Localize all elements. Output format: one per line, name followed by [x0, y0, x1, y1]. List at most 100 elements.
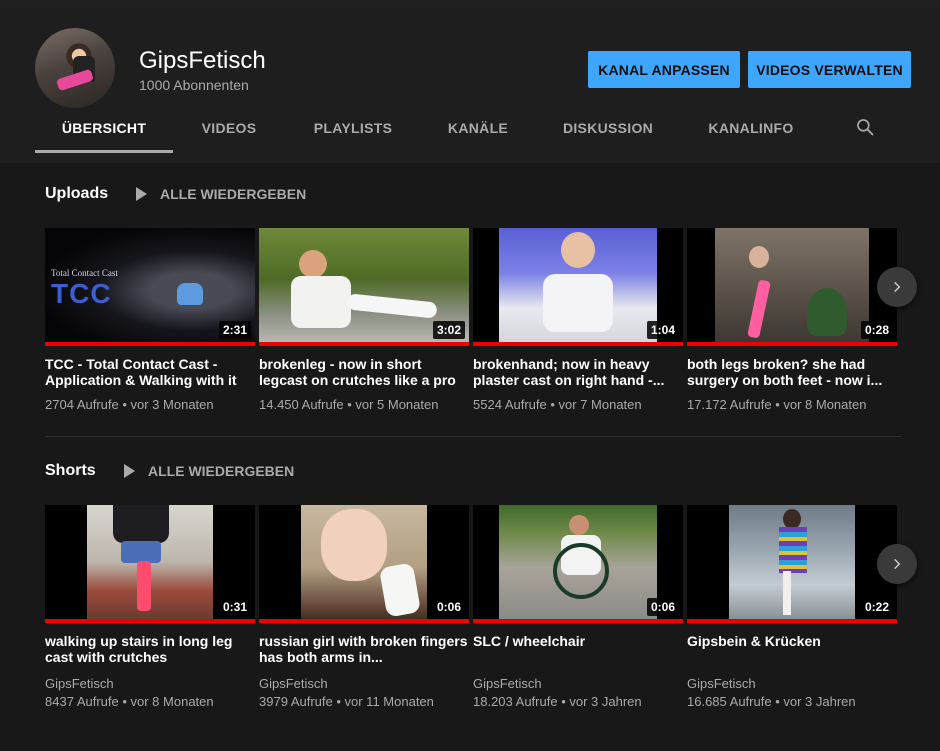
upload-age: vor 7 Monaten — [558, 397, 642, 412]
thumbnail-cast-shape — [177, 283, 203, 305]
video-duration: 0:06 — [646, 598, 679, 616]
play-icon — [124, 464, 135, 478]
video-title[interactable]: walking up stairs in long leg cast with … — [45, 633, 255, 665]
upload-age: vor 3 Monaten — [130, 397, 214, 412]
thumbnail-caption: Total Contact Cast — [51, 268, 118, 278]
thumbnail-figure — [779, 527, 807, 573]
progress-bar — [259, 342, 469, 346]
customize-channel-button[interactable]: KANAL ANPASSEN — [588, 51, 740, 88]
video-title[interactable]: SLC / wheelchair — [473, 633, 683, 665]
upload-age: vor 3 Jahren — [783, 694, 856, 709]
video-thumbnail[interactable]: 1:04 — [473, 228, 683, 346]
search-icon[interactable] — [855, 117, 875, 137]
play-icon — [136, 187, 147, 201]
thumbnail-plant — [807, 288, 847, 336]
video-card[interactable]: 1:04 brokenhand; now in heavy plaster ca… — [473, 228, 683, 414]
video-duration: 0:31 — [218, 598, 251, 616]
shorts-play-all[interactable]: ALLE WIEDERGEBEN — [124, 463, 294, 479]
progress-bar — [473, 619, 683, 623]
video-meta: 2704 Aufrufe • vor 3 Monaten — [45, 397, 214, 412]
video-meta: 17.172 Aufrufe • vor 8 Monaten — [687, 397, 867, 412]
thumbnail-figure — [113, 505, 169, 543]
video-channel[interactable]: GipsFetisch — [259, 675, 469, 693]
video-title[interactable]: Gipsbein & Krücken — [687, 633, 897, 665]
video-card[interactable]: Total Contact Cast TCC 2:31 TCC - Total … — [45, 228, 255, 414]
tab-channels[interactable]: KANÄLE — [421, 105, 535, 151]
video-thumbnail[interactable]: 0:06 — [473, 505, 683, 623]
manage-videos-button[interactable]: VIDEOS VERWALTEN — [748, 51, 911, 88]
video-channel[interactable]: GipsFetisch — [45, 675, 255, 693]
tab-discussion[interactable]: DISKUSSION — [535, 105, 681, 151]
thumbnail-cast-shape — [543, 274, 613, 332]
video-thumbnail[interactable]: Total Contact Cast TCC 2:31 — [45, 228, 255, 346]
uploads-title[interactable]: Uploads — [45, 185, 108, 203]
progress-bar — [259, 619, 469, 623]
video-meta: 5524 Aufrufe • vor 7 Monaten — [473, 397, 642, 412]
tab-about[interactable]: KANALINFO — [681, 105, 821, 151]
shorts-title[interactable]: Shorts — [45, 462, 96, 480]
video-duration: 2:31 — [218, 321, 251, 339]
top-bar — [0, 0, 940, 12]
video-thumbnail[interactable]: 0:31 — [45, 505, 255, 623]
upload-age: vor 3 Jahren — [569, 694, 642, 709]
channel-name: GipsFetisch — [139, 47, 266, 74]
video-thumbnail[interactable]: 0:28 — [687, 228, 897, 346]
progress-bar — [45, 619, 255, 623]
channel-avatar[interactable] — [35, 28, 115, 108]
next-button[interactable] — [877, 544, 917, 584]
video-thumbnail[interactable]: 0:06 — [259, 505, 469, 623]
thumbnail-wheelchair — [553, 543, 609, 599]
video-duration: 0:22 — [860, 598, 893, 616]
video-channel[interactable]: GipsFetisch — [473, 675, 683, 693]
subscriber-count: 1000 Abonnenten — [139, 77, 249, 93]
tab-playlists[interactable]: PLAYLISTS — [285, 105, 421, 151]
upload-age: vor 11 Monaten — [344, 694, 434, 709]
video-meta: 14.450 Aufrufe • vor 5 Monaten — [259, 397, 439, 412]
video-card[interactable]: 0:06 russian girl with broken fingers ha… — [259, 505, 469, 711]
upload-age: vor 8 Monaten — [783, 397, 867, 412]
play-all-label: ALLE WIEDERGEBEN — [148, 463, 295, 479]
video-thumbnail[interactable]: 0:22 — [687, 505, 897, 623]
video-duration: 3:02 — [432, 321, 465, 339]
video-card[interactable]: 3:02 brokenleg - now in short legcast on… — [259, 228, 469, 414]
video-title[interactable]: russian girl with broken fingers has bot… — [259, 633, 469, 665]
tab-videos[interactable]: VIDEOS — [173, 105, 285, 151]
video-duration: 1:04 — [646, 321, 679, 339]
video-card[interactable]: 0:31 walking up stairs in long leg cast … — [45, 505, 255, 711]
video-title[interactable]: brokenhand; now in heavy plaster cast on… — [473, 356, 683, 388]
upload-age: vor 8 Monaten — [130, 694, 214, 709]
thumbnail-figure — [749, 246, 769, 268]
thumbnail-figure — [121, 541, 161, 563]
video-card[interactable]: 0:22 Gipsbein & Krücken GipsFetisch 16.6… — [687, 505, 897, 711]
progress-bar — [473, 342, 683, 346]
chevron-right-icon — [894, 558, 901, 570]
progress-bar — [687, 619, 897, 623]
thumbnail-figure — [299, 250, 327, 278]
video-card[interactable]: 0:28 both legs broken? she had surgery o… — [687, 228, 897, 414]
video-title[interactable]: both legs broken? she had surgery on bot… — [687, 356, 897, 388]
chevron-right-icon — [894, 281, 901, 293]
progress-bar — [45, 342, 255, 346]
video-title[interactable]: brokenleg - now in short legcast on crut… — [259, 356, 469, 388]
video-meta: 3979 Aufrufe • vor 11 Monaten — [259, 694, 434, 709]
tab-overview[interactable]: ÜBERSICHT — [35, 105, 173, 153]
thumbnail-figure — [569, 515, 589, 535]
next-button[interactable] — [877, 267, 917, 307]
video-channel[interactable]: GipsFetisch — [687, 675, 897, 693]
video-meta: 8437 Aufrufe • vor 8 Monaten — [45, 694, 214, 709]
thumbnail-figure — [291, 276, 351, 328]
play-all-label: ALLE WIEDERGEBEN — [160, 186, 307, 202]
view-count: 17.172 Aufrufe — [687, 397, 772, 412]
video-meta: 16.685 Aufrufe • vor 3 Jahren — [687, 694, 856, 709]
thumbnail-logo-text: TCC — [51, 278, 112, 309]
view-count: 16.685 Aufrufe — [687, 694, 772, 709]
video-card[interactable]: 0:06 SLC / wheelchair GipsFetisch 18.203… — [473, 505, 683, 711]
progress-bar — [687, 342, 897, 346]
uploads-play-all[interactable]: ALLE WIEDERGEBEN — [136, 186, 306, 202]
view-count: 2704 Aufrufe — [45, 397, 119, 412]
section-divider — [45, 436, 901, 437]
view-count: 18.203 Aufrufe — [473, 694, 558, 709]
video-title[interactable]: TCC - Total Contact Cast - Application &… — [45, 356, 255, 388]
video-thumbnail[interactable]: 3:02 — [259, 228, 469, 346]
view-count: 3979 Aufrufe — [259, 694, 333, 709]
